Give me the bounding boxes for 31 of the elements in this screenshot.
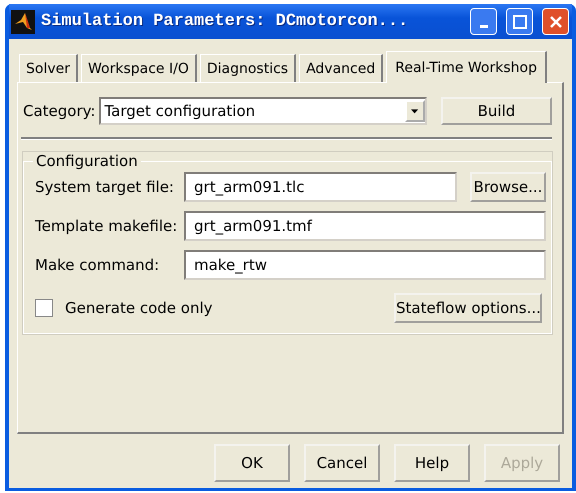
window-title: Simulation Parameters: DCmotorcon... bbox=[41, 12, 410, 31]
input-field[interactable]: grt_arm091.tlc bbox=[184, 172, 457, 202]
minimize-button[interactable] bbox=[470, 8, 497, 35]
tab[interactable]: Real-Time Workshop bbox=[386, 51, 547, 83]
tab[interactable]: Solver bbox=[19, 54, 78, 82]
field-label: Template makefile: bbox=[35, 217, 178, 235]
group-title: Configuration bbox=[35, 152, 139, 170]
category-label: Category: bbox=[23, 102, 96, 120]
dialog-button[interactable]: OK bbox=[214, 444, 290, 482]
dialog-button[interactable]: Help bbox=[394, 444, 470, 482]
input-field[interactable]: grt_arm091.tmf bbox=[184, 211, 546, 241]
checkbox[interactable] bbox=[35, 299, 53, 317]
stateflow-options-button[interactable]: Stateflow options... bbox=[394, 293, 542, 323]
minimize-icon bbox=[480, 24, 488, 28]
app-logo-icon bbox=[11, 10, 35, 34]
close-icon bbox=[548, 14, 562, 28]
field-label: Make command: bbox=[35, 256, 160, 274]
input-field[interactable]: make_rtw bbox=[184, 250, 546, 280]
close-button[interactable] bbox=[542, 8, 569, 35]
dialog-button[interactable]: Cancel bbox=[304, 444, 380, 482]
tab[interactable]: Diagnostics bbox=[200, 54, 296, 82]
field-label: System target file: bbox=[35, 178, 175, 196]
category-dropdown[interactable]: Target configuration bbox=[99, 97, 427, 125]
maximize-icon bbox=[512, 14, 526, 28]
checkbox-label: Generate code only bbox=[65, 299, 214, 317]
tab[interactable]: Advanced bbox=[299, 54, 384, 82]
build-button[interactable]: Build bbox=[440, 97, 552, 125]
caret-icon bbox=[404, 100, 425, 122]
maximize-button[interactable] bbox=[506, 8, 533, 35]
browse-button[interactable]: Browse... bbox=[470, 172, 546, 202]
tab[interactable]: Workspace I/O bbox=[81, 54, 197, 82]
